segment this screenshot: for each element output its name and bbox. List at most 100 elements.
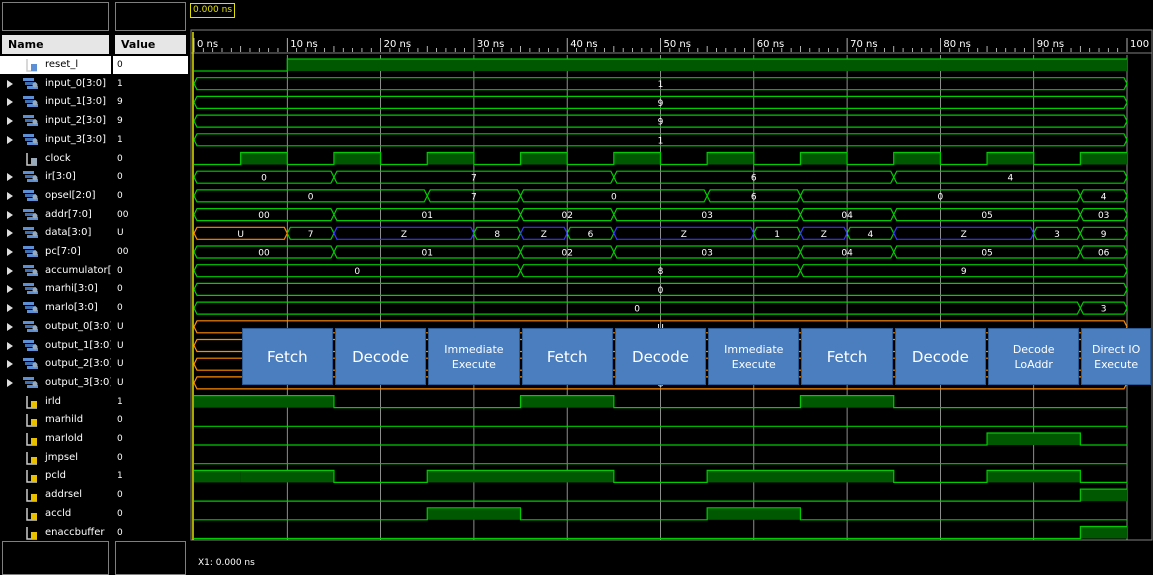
signal-name: reset_l <box>45 59 79 70</box>
signal-value[interactable]: 00 <box>117 206 188 224</box>
signal-value[interactable]: 1 <box>117 467 188 485</box>
signal-value[interactable]: 0 <box>117 449 188 467</box>
signal-value[interactable]: 1 <box>117 393 188 411</box>
signal-value[interactable]: 0 <box>117 187 188 205</box>
ruler-label: 20 ns <box>384 39 411 50</box>
bit-out-icon <box>26 451 38 465</box>
bus-icon <box>23 171 38 183</box>
value-column-header[interactable]: Value <box>115 35 186 54</box>
ruler-label: 50 ns <box>664 39 691 50</box>
expand-arrow-icon[interactable] <box>7 266 13 275</box>
phase-label: Immediate Execute <box>444 342 504 371</box>
bus-value-label: 8 <box>494 230 500 240</box>
signal-value[interactable]: 0 <box>117 505 188 523</box>
signal-value[interactable]: U <box>117 224 188 242</box>
signal-value[interactable]: 0 <box>117 524 188 542</box>
expand-arrow-icon[interactable] <box>7 173 13 182</box>
expand-arrow-icon[interactable] <box>7 191 13 200</box>
signal-value[interactable]: 1 <box>117 75 188 93</box>
signal-value[interactable]: U <box>117 318 188 336</box>
phase-label-box: Fetch <box>801 328 893 385</box>
ruler-label: 70 ns <box>850 39 877 50</box>
signal-row[interactable]: output_0[3:0] <box>0 318 111 336</box>
expand-arrow-icon[interactable] <box>7 210 13 219</box>
signal-row[interactable]: addr[7:0] <box>0 206 111 224</box>
signal-row[interactable]: ir[3:0] <box>0 168 111 186</box>
signal-value[interactable]: 0 <box>117 280 188 298</box>
bus-value-label: 0 <box>308 192 314 202</box>
signal-row[interactable]: marlo[3:0] <box>0 299 111 317</box>
signal-value[interactable]: 0 <box>117 168 188 186</box>
signal-value[interactable]: 0 <box>117 150 188 168</box>
signal-row[interactable]: clock <box>0 150 111 168</box>
signal-value[interactable]: 9 <box>117 93 188 111</box>
signal-row[interactable]: enaccbuffer <box>0 524 111 542</box>
expand-arrow-icon[interactable] <box>7 135 13 144</box>
bus-icon <box>23 320 38 332</box>
signal-row[interactable]: reset_l <box>0 56 111 74</box>
expand-arrow-icon[interactable] <box>7 378 13 387</box>
expand-arrow-icon[interactable] <box>7 98 13 107</box>
signal-row[interactable]: marhi[3:0] <box>0 280 111 298</box>
bus-icon <box>23 339 38 351</box>
signal-value[interactable]: 0 <box>117 430 188 448</box>
signal-row[interactable]: input_3[3:0] <box>0 131 111 149</box>
signal-row[interactable]: pcld <box>0 467 111 485</box>
expand-arrow-icon[interactable] <box>7 304 13 313</box>
signal-row[interactable]: output_2[3:0] <box>0 355 111 373</box>
phase-label-box: Decode <box>614 328 707 385</box>
expand-arrow-icon[interactable] <box>7 79 13 88</box>
signal-row[interactable]: addrsel <box>0 486 111 504</box>
signal-row[interactable]: opsel[2:0] <box>0 187 111 205</box>
expand-arrow-icon[interactable] <box>7 341 13 350</box>
name-column-header[interactable]: Name <box>2 35 109 54</box>
signal-row[interactable]: pc[7:0] <box>0 243 111 261</box>
expand-arrow-icon[interactable] <box>7 322 13 331</box>
signal-row[interactable]: accumulator[3:0] <box>0 262 111 280</box>
expand-arrow-icon[interactable] <box>7 248 13 256</box>
waveform-canvas[interactable]: 0 ns 10 ns 20 ns 30 ns 40 ns 50 ns 60 ns 70 ns 8… <box>190 0 1153 575</box>
signal-row[interactable]: input_1[3:0] <box>0 93 111 111</box>
expand-arrow-icon[interactable] <box>7 285 13 294</box>
bit-high-fill <box>987 470 1081 483</box>
bus-value-label: 02 <box>561 211 572 221</box>
signal-value[interactable]: 00 <box>117 243 188 261</box>
signal-value[interactable]: U <box>117 337 188 355</box>
signal-value[interactable]: U <box>117 374 188 392</box>
signal-row[interactable]: data[3:0] <box>0 224 111 242</box>
bus-value-label: 04 <box>841 249 853 259</box>
signal-row[interactable]: output_1[3:0] <box>0 337 111 355</box>
expand-arrow-icon[interactable] <box>7 117 13 126</box>
signal-value[interactable]: 0 <box>113 56 188 74</box>
signal-value[interactable]: 0 <box>117 411 188 429</box>
phase-label: Immediate Execute <box>724 342 784 371</box>
signal-row[interactable]: input_2[3:0] <box>0 112 111 130</box>
signal-value[interactable]: U <box>117 355 188 373</box>
bus-value-label: 1 <box>658 80 664 90</box>
signal-value[interactable]: 9 <box>117 112 188 130</box>
expand-arrow-icon[interactable] <box>7 229 13 238</box>
signal-name: addr[7:0] <box>45 208 92 220</box>
bus-value-label: 0 <box>354 267 360 277</box>
signal-value[interactable]: 0 <box>117 299 188 317</box>
signal-value[interactable]: 1 <box>117 131 188 149</box>
signal-value[interactable]: 0 <box>117 486 188 504</box>
signal-row[interactable]: output_3[3:0] <box>0 374 111 392</box>
signal-row[interactable]: irld <box>0 393 111 411</box>
bus-value-label: Z <box>961 230 967 240</box>
bus-value-label: 9 <box>961 267 967 277</box>
name-panel-toolbar-area <box>2 2 109 31</box>
expand-arrow-icon[interactable] <box>7 360 13 369</box>
signal-row[interactable]: marlold <box>0 430 111 448</box>
signal-name: data[3:0] <box>45 227 92 239</box>
bus-value-label: U <box>237 230 244 240</box>
waveform-panel[interactable]: 0.000 ns 0 ns 10 ns 20 ns 30 ns 40 ns 50 ns 60… <box>190 0 1153 575</box>
signal-value[interactable]: 0 <box>117 262 188 280</box>
signal-row[interactable]: input_0[3:0] <box>0 75 111 93</box>
signal-row[interactable]: jmpsel <box>0 449 111 467</box>
signal-row[interactable]: accld <box>0 505 111 523</box>
signal-row[interactable]: marhild <box>0 411 111 429</box>
phase-label: Decode LoAddr <box>1012 342 1055 371</box>
bus-value-label: Z <box>681 230 687 240</box>
bit-high-fill <box>800 395 894 408</box>
